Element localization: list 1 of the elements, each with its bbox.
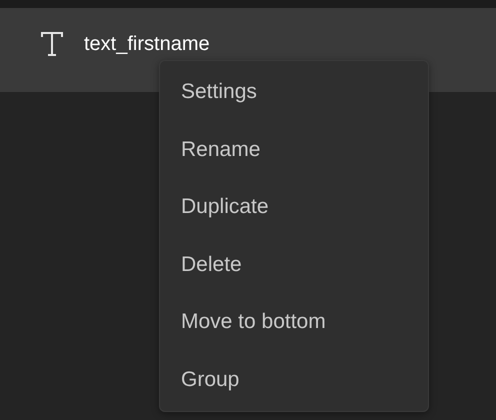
layer-name: text_firstname	[84, 32, 210, 56]
